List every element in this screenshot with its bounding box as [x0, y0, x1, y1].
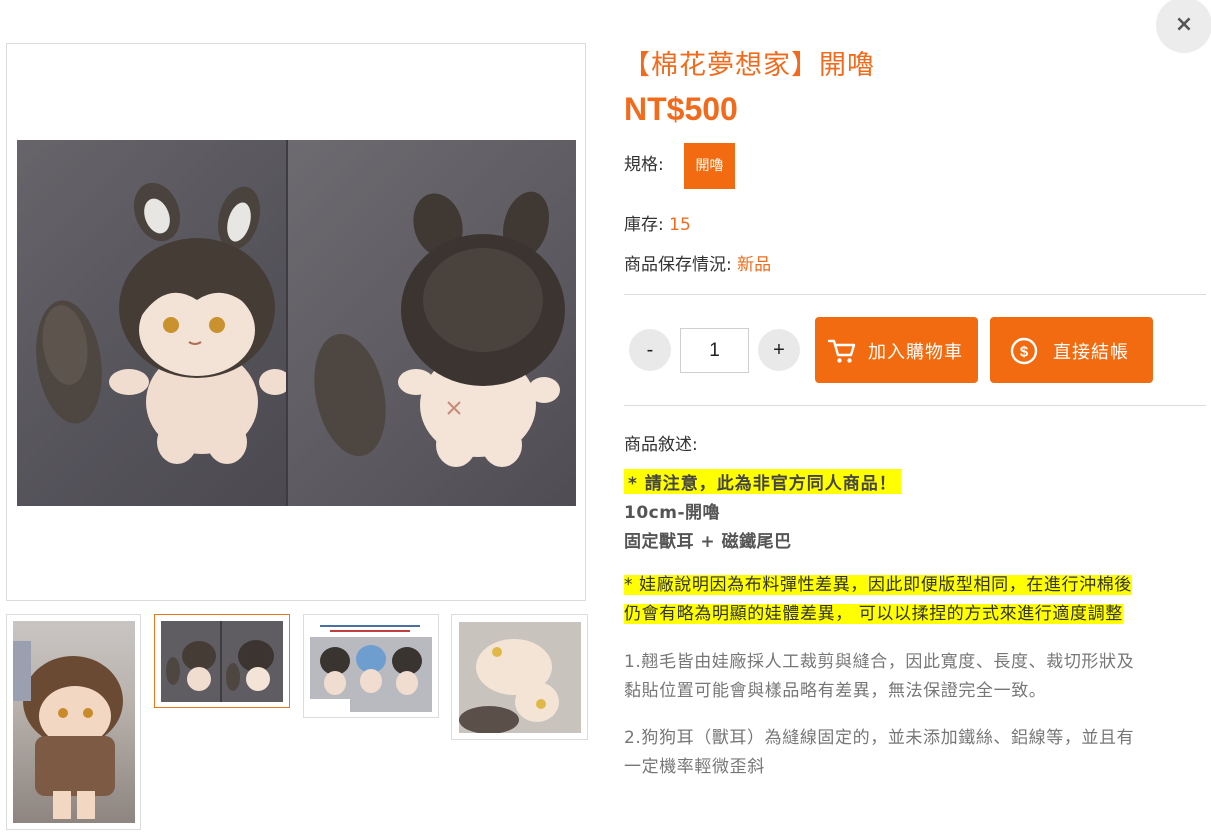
add-to-cart-button[interactable]: 加入購物車 [815, 317, 978, 383]
product-price: NT$500 [624, 91, 738, 127]
unofficial-notice: * 請注意，此為非官方同人商品！ [624, 469, 901, 494]
condition-value: 新品 [737, 255, 772, 275]
divider-top [624, 294, 1206, 295]
close-button[interactable]: × [1156, 0, 1211, 53]
factory-note-line-1: * 娃廠說明因為布料彈性差異，因此即便版型相同，在進行沖棉後 [624, 575, 1132, 595]
size-line: 10cm-開嚕 [624, 503, 721, 523]
point-2-line-1: 2.狗狗耳（獸耳）為縫線固定的，並未添加鐵絲、鋁線等，並且有 [624, 728, 1135, 748]
thumbnail-3[interactable] [303, 614, 439, 718]
divider-bottom [624, 405, 1206, 406]
thumbnail-1-image [13, 641, 123, 819]
point-2-line-2: 一定機率輕微歪斜 [624, 757, 765, 777]
photo-front-panel [17, 140, 291, 506]
product-title: 【棉花夢想家】開嚕 [623, 50, 875, 81]
thumbnail-3-image [310, 621, 432, 712]
thumbnail-2[interactable] [154, 614, 290, 708]
stock-value: 15 [669, 215, 691, 235]
cart-icon [827, 339, 856, 363]
point-1: 1.翹毛皆由娃廠採人工裁剪與縫合，因此寬度、長度、裁切形狀及 黏貼位置可能會與樣… [624, 648, 1208, 706]
point-2: 2.狗狗耳（獸耳）為縫線固定的，並未添加鐵絲、鋁線等，並且有 一定機率輕微歪斜 [624, 724, 1208, 782]
plush-back-illustration [314, 191, 565, 467]
quantity-input[interactable] [680, 328, 749, 373]
main-product-image [6, 43, 586, 601]
add-to-cart-label: 加入購物車 [868, 342, 963, 363]
point-1-line-2: 黏貼位置可能會與樣品略有差異，無法保證完全一致。 [624, 681, 1047, 701]
description-label: 商品敘述: [624, 435, 698, 455]
condition-info: 商品保存情況: 新品 [624, 250, 771, 275]
condition-label: 商品保存情況: [624, 255, 732, 275]
product-photo [17, 140, 576, 506]
factory-note: * 娃廠說明因為布料彈性差異，因此即便版型相同，在進行沖棉後 仍會有略為明顯的娃… [624, 571, 1208, 629]
factory-note-line-2: 仍會有略為明顯的娃體差異， 可以以揉捏的方式來進行適度調整 [624, 604, 1123, 624]
quantity-increase-button[interactable]: + [758, 329, 800, 371]
stock-label: 庫存: [624, 215, 664, 235]
stock-info: 庫存: 15 [624, 210, 691, 235]
quantity-decrease-button[interactable]: - [629, 329, 671, 371]
spec-label: 規格: [624, 155, 664, 175]
svg-text:$: $ [1020, 344, 1029, 361]
checkout-label: 直接結帳 [1053, 342, 1129, 363]
thumbnail-1[interactable] [6, 614, 141, 830]
close-icon: × [1174, 12, 1194, 37]
thumbnail-4-image [459, 639, 559, 733]
thumbnail-2-image [166, 621, 274, 702]
photo-back-panel [288, 140, 576, 506]
thumbnail-strip [6, 614, 588, 830]
spec-option-button[interactable]: 開嚕 [684, 143, 735, 189]
parts-line: 固定獸耳 + 磁鐵尾巴 [624, 532, 792, 552]
point-1-line-1: 1.翹毛皆由娃廠採人工裁剪與縫合，因此寬度、長度、裁切形狀及 [624, 652, 1135, 672]
thumbnail-4[interactable] [451, 614, 588, 740]
checkout-button[interactable]: $ 直接結帳 [990, 317, 1153, 383]
plush-front-illustration [36, 182, 291, 464]
dollar-coin-icon: $ [1010, 337, 1038, 365]
